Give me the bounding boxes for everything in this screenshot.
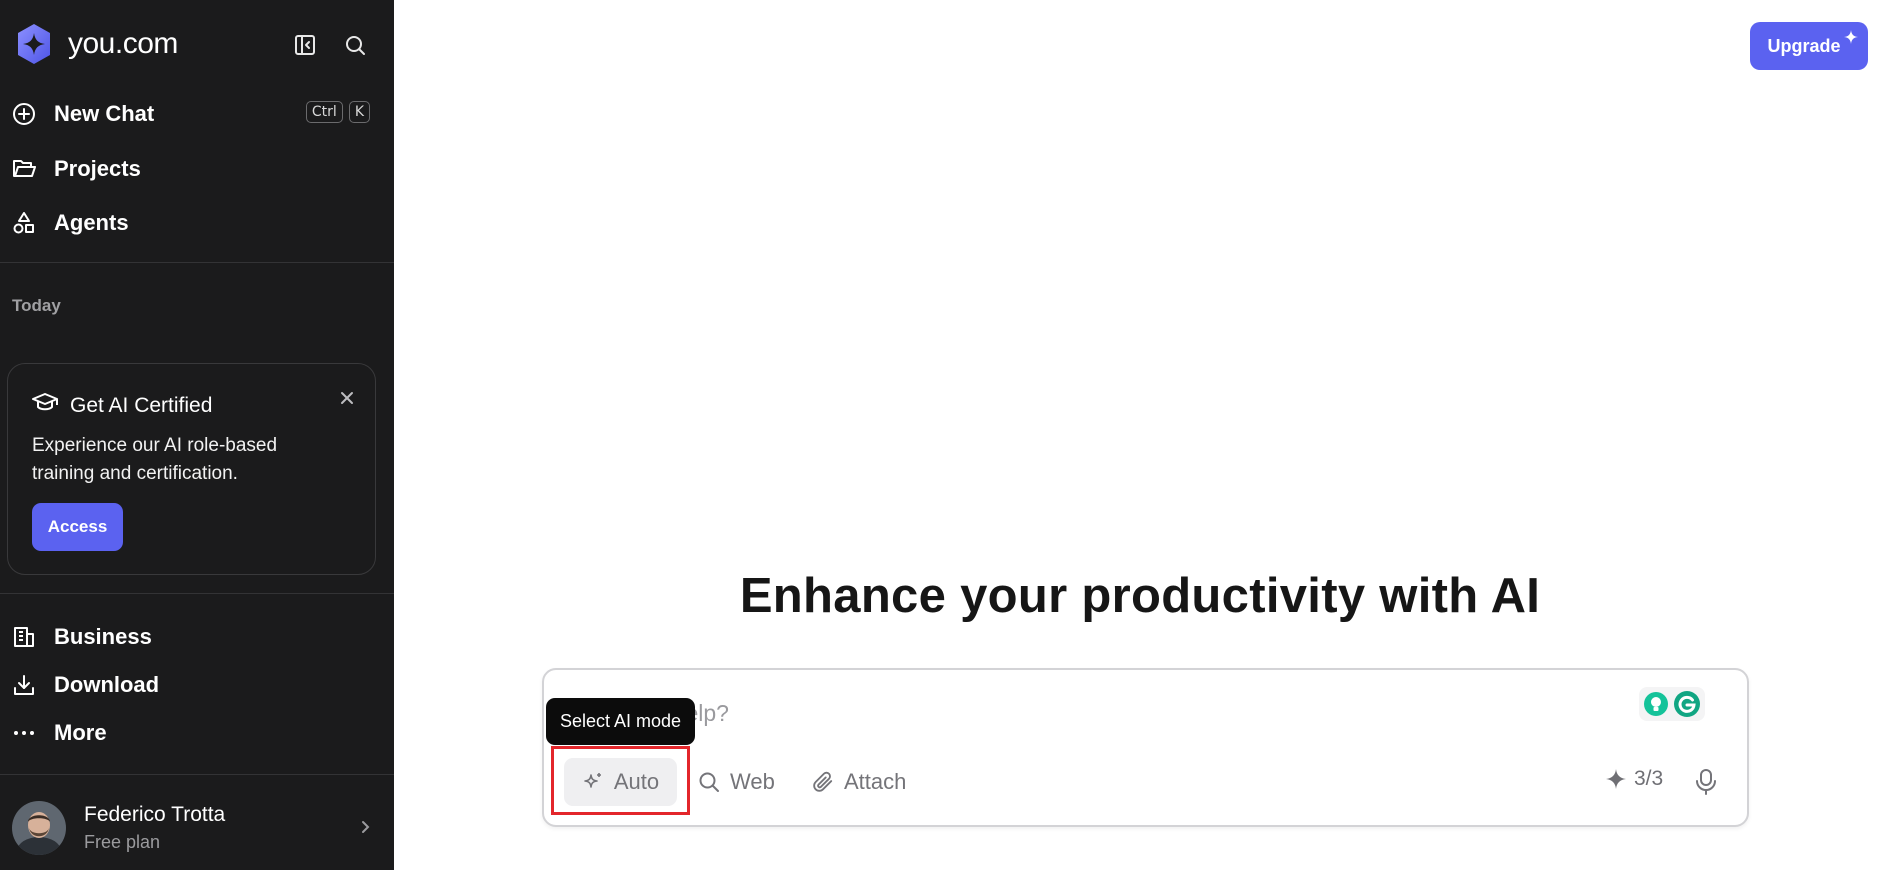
sidebar-item-business[interactable]: Business — [12, 620, 152, 654]
shapes-icon — [12, 211, 36, 235]
plus-circle-icon — [12, 102, 36, 126]
chevron-right-icon — [360, 818, 372, 841]
more-label: More — [54, 720, 107, 745]
brand-name: you.com — [68, 27, 178, 60]
access-button[interactable]: Access — [32, 503, 123, 551]
upgrade-label: Upgrade — [1767, 35, 1841, 56]
user-profile-button[interactable]: Federico Trotta Free plan — [12, 800, 374, 856]
projects-label: Projects — [54, 156, 141, 181]
grammarly-widget[interactable] — [1639, 687, 1705, 721]
user-plan: Free plan — [84, 832, 161, 852]
attach-button[interactable]: Attach — [812, 758, 906, 806]
collapse-sidebar-icon[interactable] — [292, 32, 318, 58]
certification-promo-card: Get AI Certified Experience our AI role-… — [7, 363, 376, 575]
web-search-button[interactable]: Web — [698, 758, 775, 806]
promo-description: Experience our AI role-based training an… — [32, 435, 278, 484]
page-headline: Enhance your productivity with AI — [739, 569, 1541, 623]
promo-header: Get AI Certified — [32, 392, 212, 419]
shortcut-key-ctrl: Ctrl — [305, 101, 343, 123]
credits-value: 3/3 — [1634, 767, 1664, 790]
credits-counter: 3/3 — [1606, 767, 1663, 791]
sparkle-icon — [1606, 769, 1626, 789]
ai-mode-tooltip: Select AI mode — [546, 698, 695, 745]
close-icon[interactable] — [337, 388, 357, 408]
business-label: Business — [54, 624, 152, 649]
search-icon — [699, 772, 719, 792]
lightbulb-icon — [1644, 692, 1668, 716]
brand[interactable]: you.com — [12, 22, 178, 66]
sidebar: you.com New Chat Ctrl K Projects Agents … — [0, 0, 394, 870]
highlight-box — [551, 746, 690, 815]
attach-label: Attach — [844, 769, 907, 794]
sidebar-item-more[interactable]: More — [12, 716, 107, 750]
folder-icon — [12, 157, 36, 181]
building-icon — [12, 625, 36, 649]
sidebar-item-agents[interactable]: Agents — [12, 206, 129, 240]
paperclip-icon — [813, 771, 833, 792]
sidebar-top-actions — [292, 32, 368, 58]
user-name: Federico Trotta — [84, 803, 226, 826]
user-info: Federico Trotta Free plan — [84, 803, 225, 853]
download-label: Download — [54, 672, 160, 697]
ellipsis-icon — [12, 721, 36, 745]
new-chat-button[interactable]: New Chat — [12, 97, 154, 131]
new-chat-label: New Chat — [54, 101, 155, 126]
microphone-icon[interactable] — [1692, 765, 1720, 799]
sidebar-divider — [0, 774, 394, 775]
new-chat-shortcut: Ctrl K — [305, 101, 370, 123]
agents-label: Agents — [54, 210, 129, 235]
promo-title: Get AI Certified — [70, 393, 213, 417]
history-section-label: Today — [12, 296, 61, 315]
search-icon[interactable] — [342, 32, 368, 58]
web-label: Web — [730, 769, 775, 794]
download-icon — [12, 673, 36, 697]
upgrade-button[interactable]: Upgrade — [1750, 22, 1868, 70]
chat-input[interactable] — [564, 700, 1564, 727]
shortcut-key-k: K — [348, 101, 370, 123]
sidebar-divider — [0, 262, 394, 263]
sidebar-divider — [0, 593, 394, 594]
you-logo-icon — [18, 24, 50, 64]
avatar — [12, 801, 66, 855]
sidebar-item-projects[interactable]: Projects — [12, 152, 141, 186]
sparkle-icon — [1844, 28, 1858, 49]
grammarly-g-icon — [1674, 691, 1700, 717]
graduation-cap-icon — [32, 392, 58, 419]
sidebar-item-download[interactable]: Download — [12, 668, 159, 702]
